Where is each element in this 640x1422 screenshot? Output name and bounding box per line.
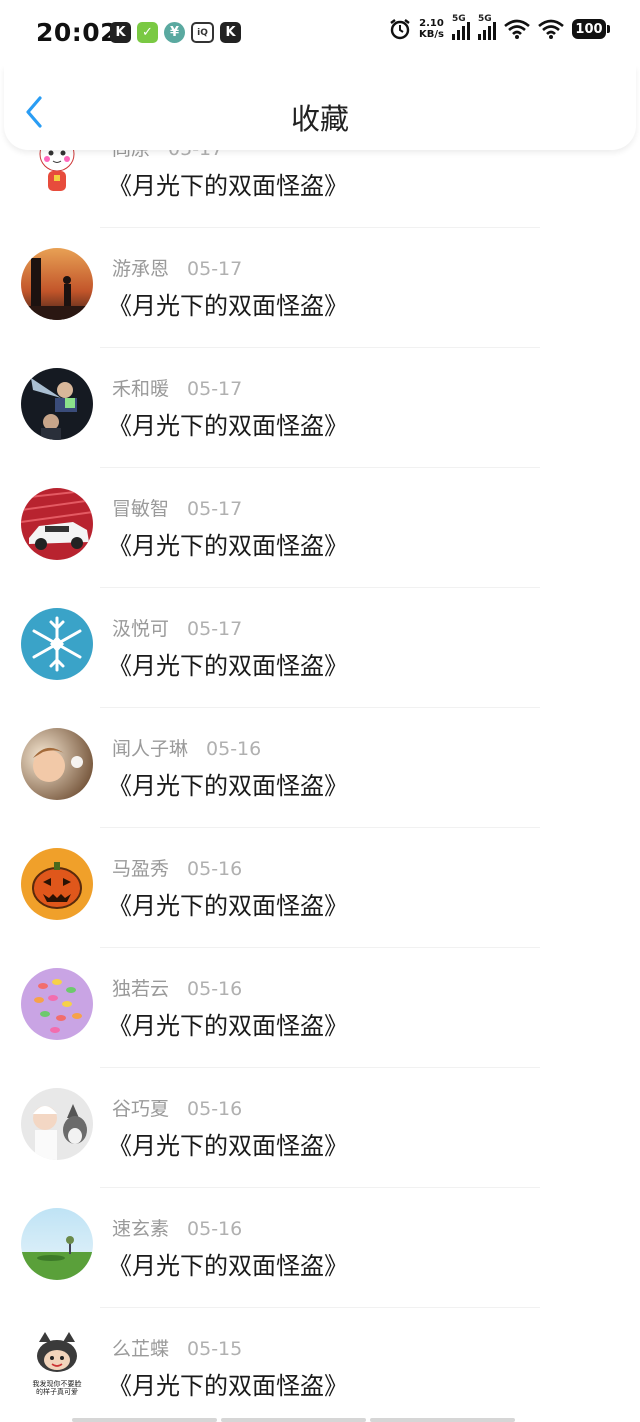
list-item[interactable]: 禾和暖 05-17 《月光下的双面怪盗》 [0,348,640,468]
item-meta: 汲悦可 05-17 [112,614,242,641]
item-date: 05-16 [206,738,262,760]
alarm-icon [390,19,410,40]
item-meta: 么芷蝶 05-15 [112,1334,242,1361]
item-title: 《月光下的双面怪盗》 [108,172,348,200]
item-title: 《月光下的双面怪盗》 [108,1252,348,1280]
list-item[interactable]: 我发现你不要脸 的样子真可爱 么芷蝶 05-15 《月光下的双面怪盗》 [0,1308,640,1422]
scroll-segment [221,1418,366,1422]
item-meta: 马盈秀 05-16 [112,854,242,881]
kwai-app-icon-2: K [220,22,241,43]
item-title: 《月光下的双面怪盗》 [108,412,348,440]
item-meta: 冒敏智 05-17 [112,494,242,521]
item-meta: 禾和暖 05-17 [112,374,242,401]
nav-header: 收藏 [4,66,636,150]
item-date: 05-16 [187,858,243,880]
item-title: 《月光下的双面怪盗》 [108,1372,348,1400]
favorites-screen: 20:02 K ✓ ¥ iQ K 2.10 KB/s 5G 5G 100 收藏 … [0,0,640,1422]
status-time: 20:02 [36,18,119,47]
scroll-segment [72,1418,217,1422]
white-car-avatar[interactable] [21,488,93,560]
avatar-caption-line: 我发现你不要脸 [33,1379,82,1388]
list-item[interactable]: 谷巧夏 05-16 《月光下的双面怪盗》 [0,1068,640,1188]
user-name: 闻人子琳 [112,738,189,760]
network-speed-value: 2.10 [419,18,444,29]
bank-app-icon: ¥ [164,22,185,43]
item-date: 05-16 [187,1218,243,1240]
item-title: 《月光下的双面怪盗》 [108,652,348,680]
item-title: 《月光下的双面怪盗》 [108,532,348,560]
user-name: 么芷蝶 [112,1338,170,1360]
green-field-avatar[interactable] [21,1208,93,1280]
baby-husky-avatar[interactable] [21,1088,93,1160]
item-date: 05-17 [187,618,243,640]
item-title: 《月光下的双面怪盗》 [108,772,348,800]
user-name: 冒敏智 [112,498,170,520]
item-meta: 谷巧夏 05-16 [112,1094,242,1121]
network-speed-unit: KB/s [419,29,444,40]
item-meta: 独若云 05-16 [112,974,242,1001]
list-item[interactable]: 独若云 05-16 《月光下的双面怪盗》 [0,948,640,1068]
list-item[interactable]: 冒敏智 05-17 《月光下的双面怪盗》 [0,468,640,588]
status-bar: 20:02 K ✓ ¥ iQ K 2.10 KB/s 5G 5G 100 [0,0,640,66]
item-meta: 闻人子琳 05-16 [112,734,261,761]
signal-icon-2: 5G [478,14,496,40]
pumpkin-avatar[interactable] [21,848,93,920]
item-title: 《月光下的双面怪盗》 [108,1012,348,1040]
page-title: 收藏 [290,102,349,136]
child-dandelion-avatar[interactable] [21,728,93,800]
scroll-segment [370,1418,515,1422]
item-date: 05-17 [187,498,243,520]
wifi-icon [504,19,530,39]
signal-icon: 5G [452,14,470,40]
item-title: 《月光下的双面怪盗》 [108,1132,348,1160]
sunset-silhouette-avatar[interactable] [21,248,93,320]
network-type-label: 5G [452,14,466,24]
status-right: 2.10 KB/s 5G 5G 100 [389,14,610,40]
list-item[interactable]: 游承恩 05-17 《月光下的双面怪盗》 [0,228,640,348]
user-name: 速玄素 [112,1218,170,1240]
avatar-caption-line-2: 的样子真可爱 [36,1387,78,1396]
item-meta: 游承恩 05-17 [112,254,242,281]
item-meta: 速玄素 05-16 [112,1214,242,1241]
kwai-app-icon: K [110,22,131,43]
candy-avatar[interactable] [21,968,93,1040]
notification-icons: K ✓ ¥ iQ K [110,22,241,43]
user-name: 独若云 [112,978,170,1000]
battery-indicator: 100 [572,19,610,39]
scroll-indicator [72,1418,515,1422]
wifi-icon-2 [538,19,564,39]
check-app-icon: ✓ [137,22,158,43]
list-item[interactable]: 速玄素 05-16 《月光下的双面怪盗》 [0,1188,640,1308]
item-title: 《月光下的双面怪盗》 [108,292,348,320]
item-date: 05-17 [187,258,243,280]
network-speed: 2.10 KB/s [419,18,444,40]
user-name: 禾和暖 [112,378,170,400]
item-date: 05-15 [187,1338,243,1360]
user-name: 游承恩 [112,258,170,280]
network-type-label-2: 5G [478,14,492,24]
item-date: 05-16 [187,1098,243,1120]
snowflake-avatar[interactable] [21,608,93,680]
list-item[interactable]: 汲悦可 05-17 《月光下的双面怪盗》 [0,588,640,708]
user-name: 马盈秀 [112,858,170,880]
list-item[interactable]: 闻人子琳 05-16 《月光下的双面怪盗》 [0,708,640,828]
list-item[interactable]: 马盈秀 05-16 《月光下的双面怪盗》 [0,828,640,948]
item-date: 05-17 [187,378,243,400]
stage-performer-avatar[interactable] [21,368,93,440]
cat-meme-avatar[interactable]: 我发现你不要脸 的样子真可爱 [21,1328,93,1400]
user-name: 汲悦可 [112,618,170,640]
item-title: 《月光下的双面怪盗》 [108,892,348,920]
user-name: 谷巧夏 [112,1098,170,1120]
item-date: 05-16 [187,978,243,1000]
iqiyi-app-icon: iQ [191,22,214,43]
favorites-list: 闾原05-17 《月光下的双面怪盗》 游承恩05-17 《月光下的双面怪盗》 [0,108,640,1422]
